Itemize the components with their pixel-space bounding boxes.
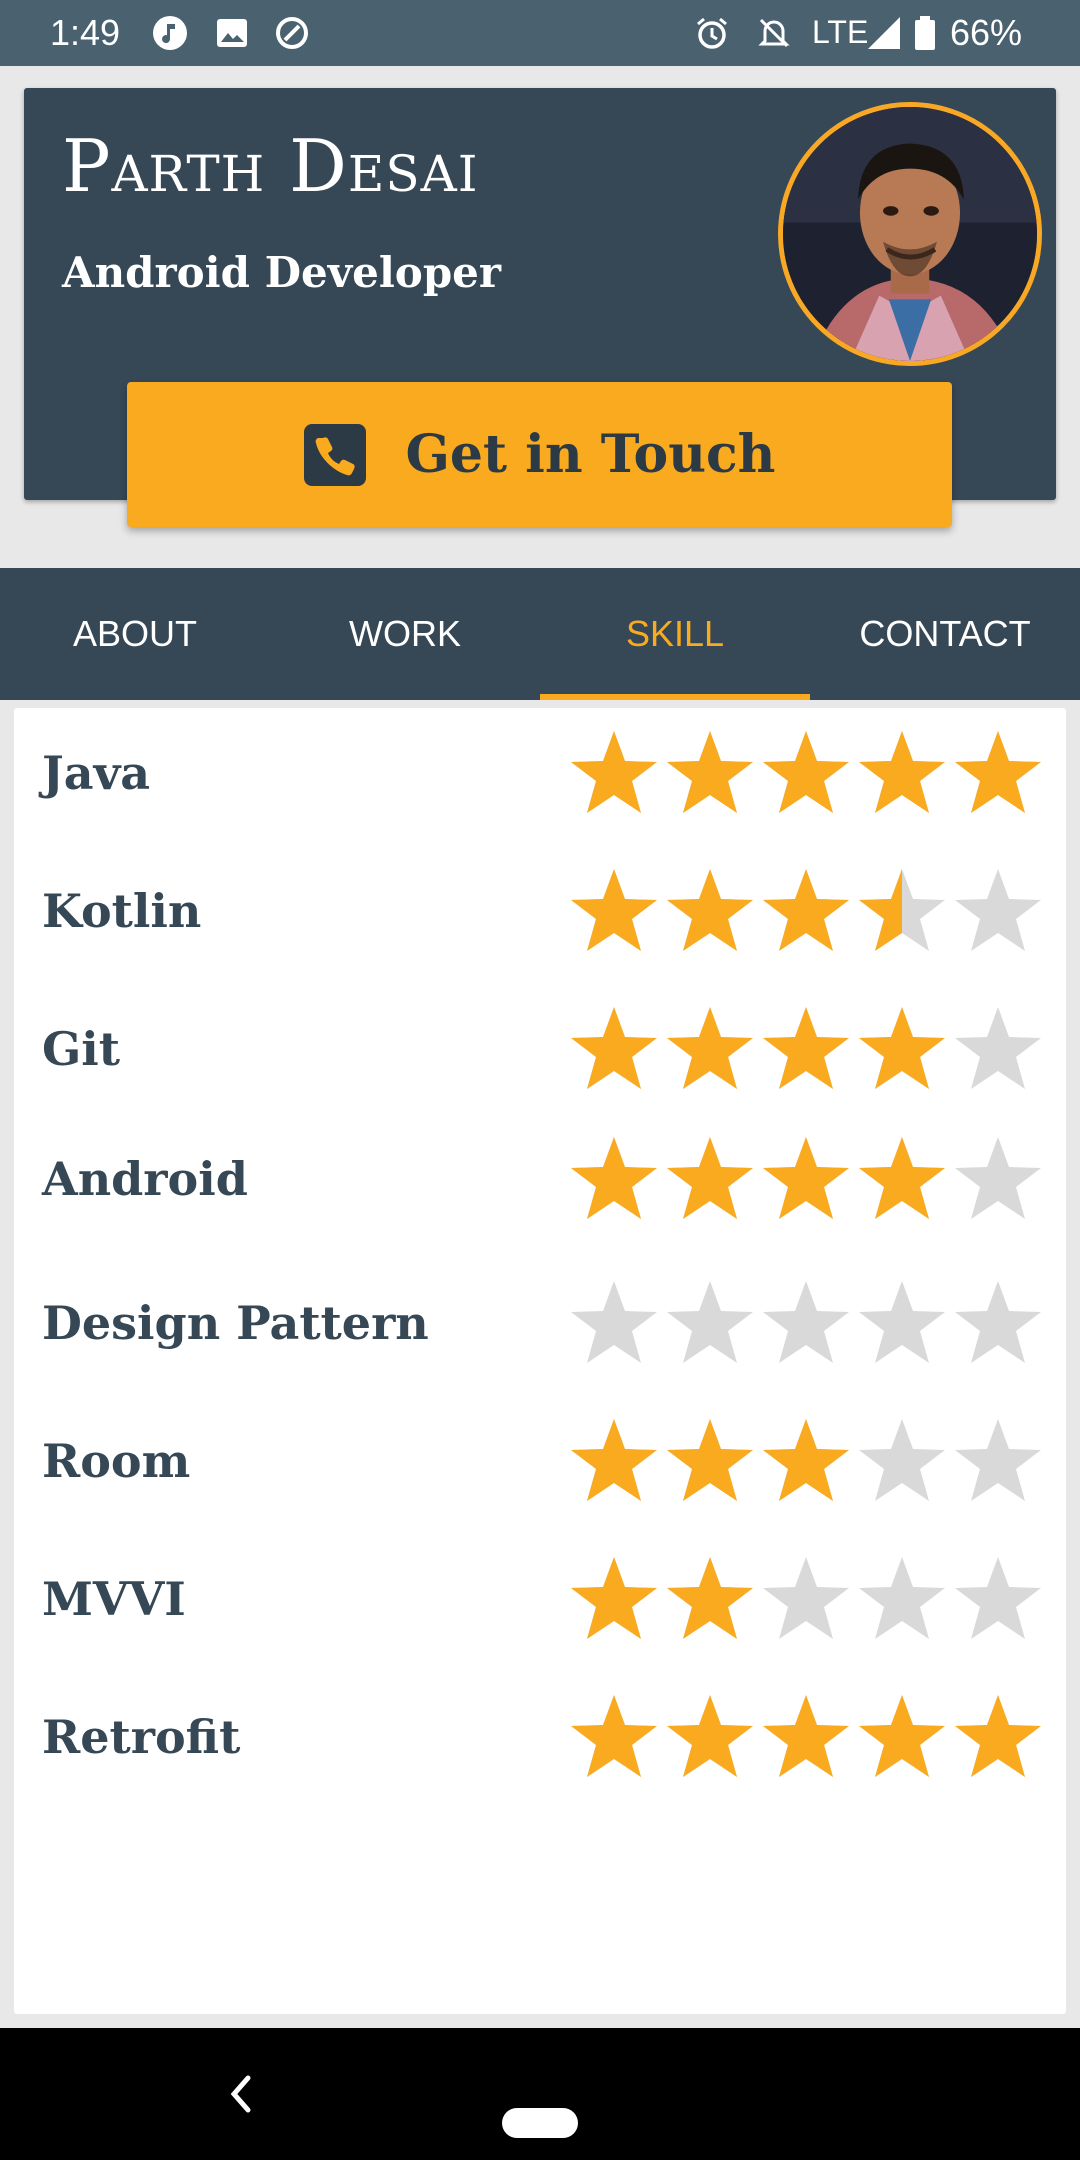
skill-name: Git bbox=[42, 1022, 121, 1076]
star-icon bbox=[662, 863, 758, 959]
skill-name: Java bbox=[42, 746, 151, 800]
star-icon bbox=[566, 1275, 662, 1371]
status-bar: 1:49 LTE 66% bbox=[0, 0, 1080, 66]
rating-bar[interactable] bbox=[566, 1689, 1046, 1785]
mute-icon bbox=[756, 15, 792, 51]
star-icon bbox=[662, 1001, 758, 1097]
star-icon bbox=[662, 1551, 758, 1647]
alarm-icon bbox=[694, 15, 730, 51]
profile-role: Android Developer bbox=[62, 248, 502, 297]
star-icon bbox=[950, 725, 1046, 821]
sync-icon bbox=[274, 15, 310, 51]
rating-bar[interactable] bbox=[566, 1413, 1046, 1509]
star-icon bbox=[566, 1551, 662, 1647]
star-icon bbox=[662, 725, 758, 821]
star-icon bbox=[566, 863, 662, 959]
skill-name: Room bbox=[42, 1434, 191, 1488]
star-icon bbox=[758, 1001, 854, 1097]
star-icon bbox=[950, 1413, 1046, 1509]
skill-name: MVVI bbox=[42, 1572, 186, 1626]
star-icon bbox=[566, 1001, 662, 1097]
skill-row-kotlin: Kotlin bbox=[14, 846, 1066, 976]
skill-name: Android bbox=[42, 1152, 248, 1206]
star-icon bbox=[566, 725, 662, 821]
image-icon bbox=[214, 15, 250, 51]
rating-bar[interactable] bbox=[566, 725, 1046, 821]
navigation-bar bbox=[0, 2028, 1080, 2160]
star-icon bbox=[854, 1413, 950, 1509]
home-pill-icon[interactable] bbox=[502, 2108, 578, 2138]
skill-row-git: Git bbox=[14, 984, 1066, 1114]
star-icon bbox=[662, 1275, 758, 1371]
star-icon bbox=[854, 1689, 950, 1785]
star-icon bbox=[758, 1413, 854, 1509]
star-icon bbox=[854, 1131, 950, 1227]
status-time: 1:49 bbox=[50, 12, 121, 53]
star-icon bbox=[854, 1275, 950, 1371]
skill-row-retrofit: Retrofit bbox=[14, 1672, 1066, 1802]
star-icon bbox=[662, 1689, 758, 1785]
star-icon bbox=[758, 863, 854, 959]
star-icon bbox=[566, 1689, 662, 1785]
tab-contact[interactable]: CONTACT bbox=[810, 568, 1080, 700]
star-icon bbox=[758, 1689, 854, 1785]
star-icon bbox=[950, 1001, 1046, 1097]
rating-bar[interactable] bbox=[566, 863, 1046, 959]
star-icon bbox=[566, 1413, 662, 1509]
network-label: LTE bbox=[812, 14, 869, 50]
back-icon[interactable] bbox=[220, 2068, 260, 2120]
skill-name: Kotlin bbox=[42, 884, 202, 938]
skills-list: Java Kotlin Git Android Design Pattern R… bbox=[14, 708, 1066, 2014]
star-icon bbox=[758, 725, 854, 821]
tab-bar: ABOUT WORK SKILL CONTACT bbox=[0, 568, 1080, 700]
rating-bar[interactable] bbox=[566, 1131, 1046, 1227]
star-icon bbox=[950, 1689, 1046, 1785]
star-icon bbox=[854, 725, 950, 821]
star-icon bbox=[950, 1275, 1046, 1371]
star-icon bbox=[854, 1551, 950, 1647]
rating-bar[interactable] bbox=[566, 1275, 1046, 1371]
rating-bar[interactable] bbox=[566, 1551, 1046, 1647]
skill-row-mvvi: MVVI bbox=[14, 1534, 1066, 1664]
star-icon bbox=[854, 1001, 950, 1097]
skill-row-java: Java bbox=[14, 708, 1066, 838]
skill-row-design-pattern: Design Pattern bbox=[14, 1258, 1066, 1388]
skill-name: Retrofit bbox=[42, 1710, 241, 1764]
star-icon bbox=[758, 1275, 854, 1371]
star-icon bbox=[662, 1413, 758, 1509]
tab-about[interactable]: ABOUT bbox=[0, 568, 270, 700]
avatar bbox=[778, 102, 1042, 366]
star-icon bbox=[950, 1131, 1046, 1227]
skill-row-android: Android bbox=[14, 1114, 1066, 1244]
star-icon bbox=[758, 1551, 854, 1647]
star-icon bbox=[950, 863, 1046, 959]
signal-icon bbox=[866, 15, 902, 51]
profile-name: Parth Desai bbox=[62, 124, 479, 208]
get-in-touch-button[interactable]: Get in Touch bbox=[127, 382, 952, 527]
star-icon bbox=[662, 1131, 758, 1227]
get-in-touch-label: Get in Touch bbox=[405, 424, 776, 485]
skill-name: Design Pattern bbox=[42, 1296, 429, 1350]
battery-level: 66% bbox=[950, 12, 1023, 53]
phone-icon bbox=[303, 423, 366, 486]
star-icon bbox=[854, 863, 950, 959]
tab-skill[interactable]: SKILL bbox=[540, 568, 810, 700]
rating-bar[interactable] bbox=[566, 1001, 1046, 1097]
battery-icon bbox=[912, 15, 938, 51]
tab-work[interactable]: WORK bbox=[270, 568, 540, 700]
skill-row-room: Room bbox=[14, 1396, 1066, 1526]
star-icon bbox=[950, 1551, 1046, 1647]
music-icon bbox=[152, 15, 188, 51]
star-icon bbox=[758, 1131, 854, 1227]
star-icon bbox=[566, 1131, 662, 1227]
